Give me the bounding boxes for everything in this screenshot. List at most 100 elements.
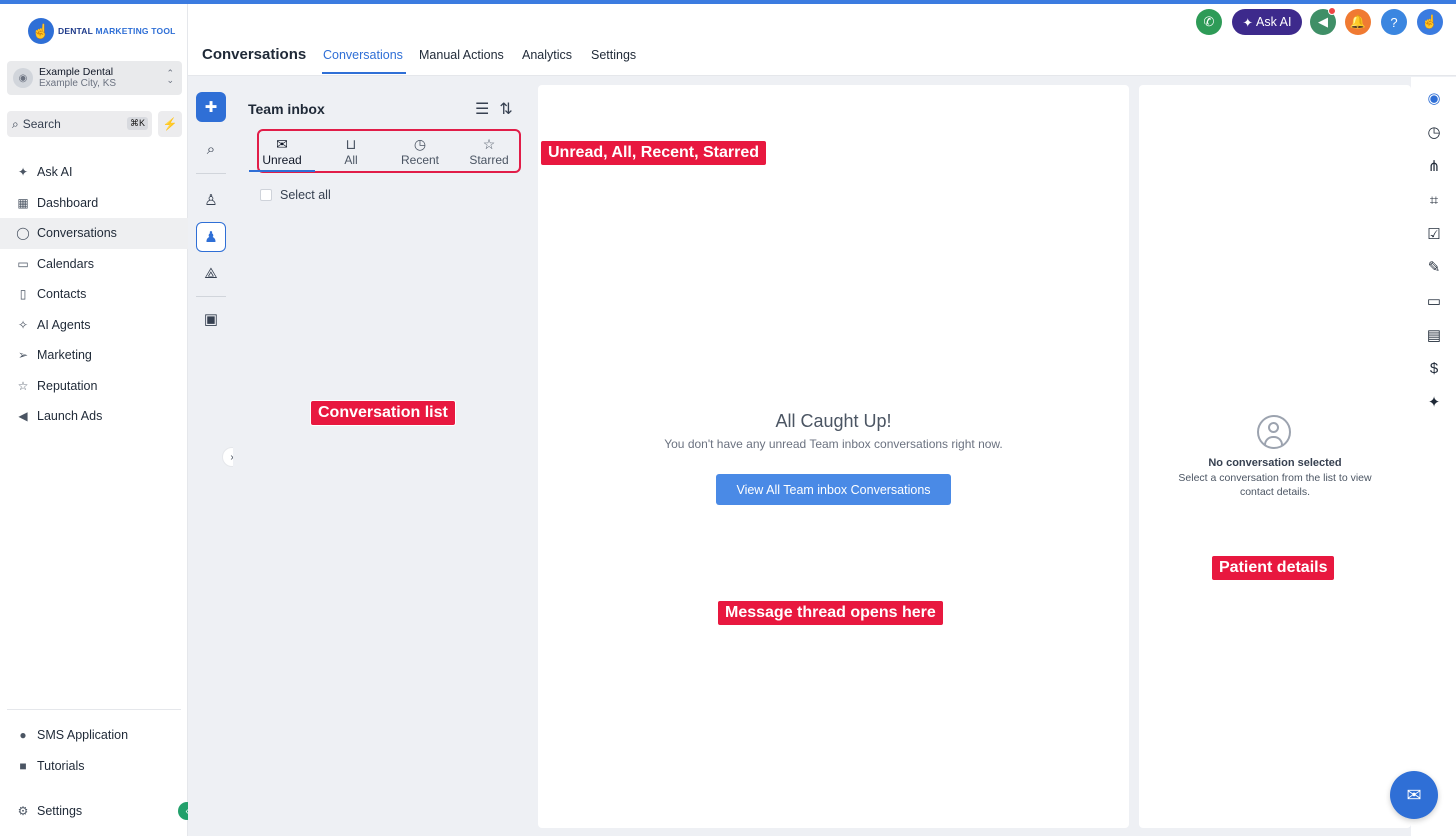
select-all-row[interactable]: Select all [260, 188, 331, 202]
inbox-filter-tabs: ✉ Unread ⊔ All ◷ Recent ☆ Starred [257, 129, 521, 173]
tasks-icon[interactable]: ☑ [1424, 224, 1444, 244]
empty-state-title: All Caught Up! [775, 411, 892, 431]
phone-call-button[interactable]: ✆ [1196, 9, 1222, 35]
help-label: ? [1390, 14, 1398, 30]
star-icon: ☆ [482, 136, 496, 152]
logo-hand-icon: ☝ [28, 18, 54, 44]
sidebar-item-ai-agents[interactable]: ✧ AI Agents [0, 310, 188, 341]
sidebar-item-label: AI Agents [37, 317, 91, 332]
sparkle-icon: ✦ [17, 165, 29, 180]
tab-starred[interactable]: ☆ Starred [458, 135, 520, 167]
account-switcher[interactable]: ◉ Example Dental Example City, KS ⌃ ⌄ [7, 61, 182, 95]
tab-settings[interactable]: Settings [591, 48, 636, 62]
dollar-icon[interactable]: $ [1424, 358, 1444, 378]
annotation-message-thread: Message thread opens here [717, 600, 944, 626]
user-profile-button[interactable]: ☝ [1417, 9, 1443, 35]
my-inbox-button[interactable]: ♙ [196, 185, 226, 215]
chevron-updown-icon: ⌃ ⌄ [166, 68, 174, 85]
tab-recent[interactable]: ◷ Recent [389, 135, 451, 167]
brand-logo[interactable]: ☝ DENTAL MARKETING TOOL [28, 18, 176, 44]
sidebar-item-calendars[interactable]: ▭ Calendars [0, 249, 188, 280]
sort-icon[interactable]: ⇅ [499, 99, 512, 119]
top-header: Conversations Conversations Manual Actio… [188, 4, 1456, 76]
tab-all[interactable]: ⊔ All [320, 135, 382, 167]
tab-analytics[interactable]: Analytics [522, 48, 572, 62]
ask-ai-button[interactable]: ✦ Ask AI [1232, 9, 1302, 35]
contact-details-panel: No conversation selected Select a conver… [1139, 85, 1411, 828]
sidebar-item-conversations[interactable]: ◯ Conversations [0, 218, 188, 249]
quick-action-bolt-icon[interactable]: ⚡ [158, 111, 182, 137]
sidebar-item-settings[interactable]: ⚙ Settings [0, 796, 188, 827]
tab-unread[interactable]: ✉ Unread [251, 135, 313, 167]
tab-conversations[interactable]: Conversations [323, 48, 403, 62]
sidebar-item-dashboard[interactable]: ▦ Dashboard [0, 188, 188, 219]
sidebar-item-label: Conversations [37, 226, 117, 241]
sparkle-icon[interactable]: ✦ [1424, 392, 1444, 412]
sidebar-item-label: Calendars [37, 256, 94, 271]
annotation-patient-details: Patient details [1211, 555, 1336, 581]
left-sidebar: ☝ DENTAL MARKETING TOOL ◉ Example Dental… [0, 4, 188, 836]
internal-inbox-button[interactable]: ▣ [196, 304, 226, 334]
history-icon[interactable]: ◷ [1424, 122, 1444, 142]
view-all-conversations-button[interactable]: View All Team inbox Conversations [716, 474, 951, 505]
sidebar-item-tutorials[interactable]: ■ Tutorials [0, 751, 188, 782]
account-name: Example Dental [39, 66, 114, 78]
annotation-tabs: Unread, All, Recent, Starred [540, 140, 768, 166]
sidebar-item-marketing[interactable]: ➢ Marketing [0, 340, 188, 371]
tab-label: Starred [469, 153, 509, 167]
rail-search-button[interactable]: ⌕ [196, 134, 226, 164]
sidebar-item-reputation[interactable]: ☆ Reputation [0, 371, 188, 402]
sms-icon: ● [19, 728, 27, 743]
team-inbox-button[interactable]: ♟ [196, 222, 226, 252]
right-icon-rail: ◉ ◷ ⋔ ⌗ ☑ ✎ ▭ ▤ $ ✦ [1411, 77, 1456, 836]
chat-bubble-icon: ✉ [1406, 784, 1422, 805]
sparkle-icon: ✦ [1242, 15, 1254, 30]
calendar-icon: ▭ [17, 256, 29, 271]
calendar-icon[interactable]: ▭ [1424, 291, 1444, 311]
search-icon: ⌕ [206, 140, 216, 158]
send-icon: ➢ [17, 348, 29, 363]
tab-manual-actions[interactable]: Manual Actions [419, 48, 504, 62]
filter-icon[interactable]: ☰ [475, 99, 489, 119]
help-button[interactable]: ? [1381, 9, 1407, 35]
clock-icon: ◷ [413, 136, 427, 152]
workflow-icon[interactable]: ⋔ [1424, 156, 1444, 176]
tab-label: Unread [262, 153, 302, 167]
users-icon: ♟ [204, 229, 218, 246]
search-input[interactable]: ⌕ Search ⌘K [7, 111, 152, 137]
support-chat-button[interactable]: ✉ [1390, 771, 1438, 819]
rail-divider [196, 173, 226, 174]
sidebar-divider [7, 709, 181, 710]
logo-text-a: DENTAL [58, 26, 96, 36]
active-tab-indicator [322, 72, 406, 74]
logo-text-b: MARKETING TOOL [95, 26, 176, 36]
select-all-label: Select all [280, 188, 331, 202]
sidebar-item-launch-ads[interactable]: ◀ Launch Ads [0, 401, 188, 432]
list-tools: ☰ ⇅ [475, 99, 513, 119]
contact-profile-icon[interactable]: ◉ [1424, 88, 1444, 108]
sidebar-nav: ✦ Ask AI ▦ Dashboard ◯ Conversations ▭ Calen… [0, 157, 188, 432]
scan-icon[interactable]: ⌗ [1424, 190, 1444, 210]
pen-icon[interactable]: ✎ [1424, 257, 1444, 277]
document-icon[interactable]: ▤ [1424, 325, 1444, 345]
search-placeholder: Search [22, 117, 61, 131]
page-title: Conversations [202, 46, 307, 63]
sidebar-item-ask-ai[interactable]: ✦ Ask AI [0, 157, 188, 188]
active-inbox-tab-indicator [249, 170, 315, 172]
new-chat-icon: ✚ [204, 99, 218, 116]
notifications-button[interactable]: 🔔 [1345, 9, 1371, 35]
sidebar-item-contacts[interactable]: ▯ Contacts [0, 279, 188, 310]
new-message-button[interactable]: ✚ [196, 92, 226, 122]
sidebar-item-label: SMS Application [37, 728, 129, 743]
ask-ai-label: Ask AI [1256, 15, 1292, 29]
sidebar-item-label: Dashboard [37, 195, 99, 210]
star-icon: ☆ [17, 378, 29, 393]
gear-icon: ⚙ [17, 804, 29, 819]
empty-state-subtitle: You don't have any unread Team inbox con… [664, 437, 1003, 451]
select-all-checkbox[interactable] [260, 189, 272, 201]
tab-label: All [344, 153, 358, 167]
grid-icon: ▦ [17, 195, 29, 210]
mail-icon: ✉ [276, 136, 288, 152]
workflow-inbox-button[interactable]: ⟁ [196, 258, 226, 288]
sidebar-item-sms-application[interactable]: ● SMS Application [0, 720, 188, 751]
